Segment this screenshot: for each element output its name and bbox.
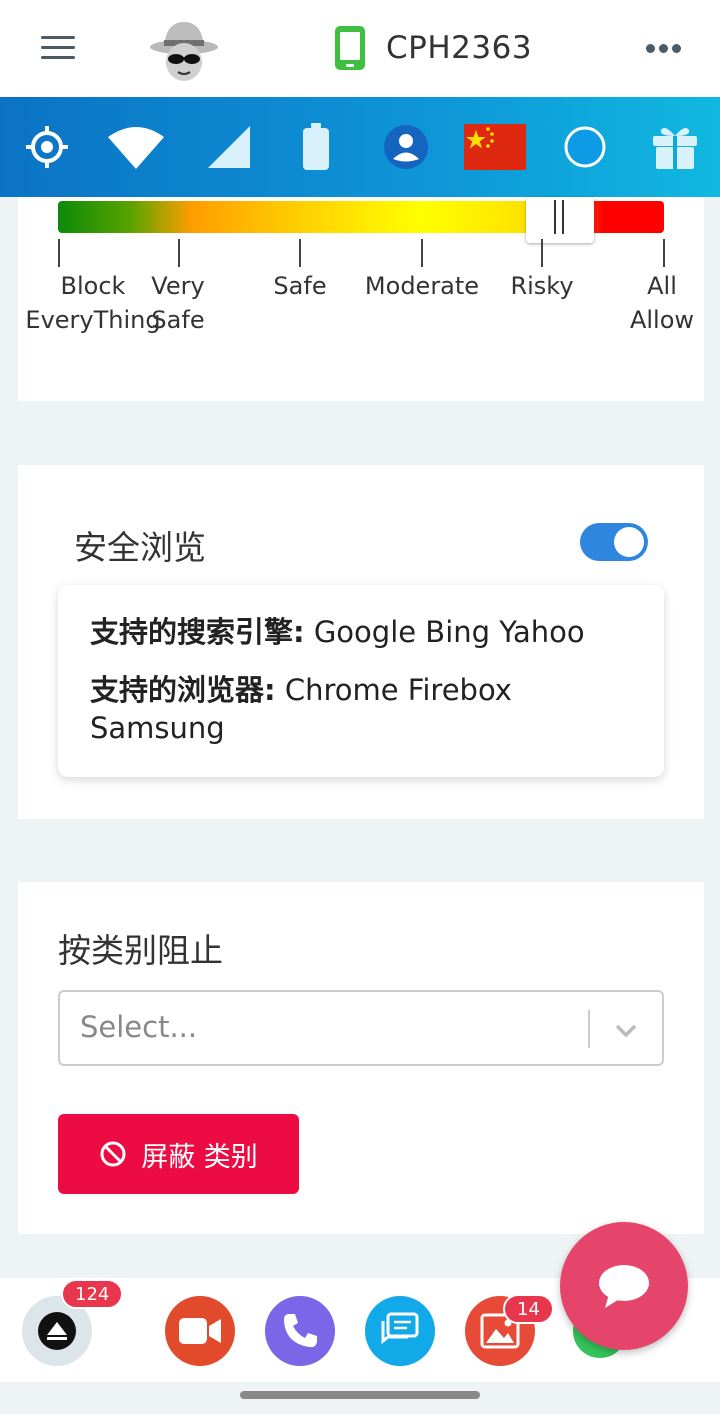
phone-app-icon[interactable]: [265, 1296, 335, 1366]
wifi-icon[interactable]: [108, 121, 164, 173]
slider-label-safe: Safe: [273, 272, 327, 300]
slider-label-risky: Risky: [510, 272, 574, 300]
slider-tick: [541, 239, 543, 267]
slider-tick: [299, 239, 301, 267]
phone-icon: [335, 26, 365, 70]
block-category-label: 屏蔽 类别: [141, 1141, 258, 1173]
slider-label-very-safe: Very Safe: [151, 272, 205, 334]
slider-tick: [178, 239, 180, 267]
supported-engines: 支持的搜索引擎: Google Bing Yahoo: [90, 615, 585, 649]
hamburger-menu-icon[interactable]: [41, 36, 75, 60]
slider-label-moderate: Moderate: [364, 272, 480, 300]
gift-icon[interactable]: [650, 121, 700, 173]
supported-browsers: 支持的浏览器: Chrome Firebox Samsung: [90, 673, 512, 745]
gallery-badge: 14: [503, 1294, 554, 1324]
safe-browsing-title: 安全浏览: [74, 528, 206, 567]
video-app-icon[interactable]: [165, 1296, 235, 1366]
china-flag-icon[interactable]: [464, 121, 526, 173]
circle-icon[interactable]: [560, 121, 610, 173]
category-select[interactable]: Select...: [58, 990, 664, 1066]
chevron-down-icon[interactable]: [612, 1016, 640, 1044]
battery-icon[interactable]: [291, 121, 341, 173]
block-icon: [100, 1141, 126, 1167]
category-block-title: 按类别阻止: [58, 931, 223, 970]
safe-browsing-toggle[interactable]: [580, 523, 648, 561]
top-header: CPH2363: [0, 0, 720, 97]
slider-tick: [663, 239, 665, 267]
notifications-badge: 124: [61, 1279, 124, 1309]
slider-tick: [58, 239, 60, 267]
location-icon[interactable]: [22, 121, 72, 173]
category-select-placeholder: Select...: [80, 1010, 198, 1044]
home-indicator: [240, 1391, 480, 1399]
device-name: CPH2363: [386, 30, 533, 66]
device-selector[interactable]: CPH2363: [334, 24, 532, 72]
chat-bubble-icon: [599, 1265, 649, 1308]
slider-label-all-allow: All Allow: [629, 272, 695, 334]
more-dots-icon[interactable]: [646, 44, 682, 54]
select-separator: [588, 1010, 590, 1048]
safe-browsing-info-box: 支持的搜索引擎: Google Bing Yahoo 支持的浏览器: Chrom…: [58, 585, 664, 777]
safe-browsing-card: 安全浏览 支持的搜索引擎: Google Bing Yahoo 支持的浏览器: …: [18, 465, 704, 819]
signal-icon[interactable]: [204, 121, 254, 173]
status-icon-bar: [0, 97, 720, 197]
spy-avatar-icon: [148, 14, 220, 84]
user-icon[interactable]: [381, 121, 431, 173]
block-category-button[interactable]: 屏蔽 类别: [58, 1114, 299, 1194]
safety-level-card: Block EveryThing Very Safe Safe Moderate R…: [18, 197, 704, 401]
slider-tick: [421, 239, 423, 267]
safety-slider-handle[interactable]: [526, 197, 594, 243]
messages-app-icon[interactable]: [365, 1296, 435, 1366]
chat-fab-button[interactable]: [560, 1222, 688, 1350]
category-block-card: 按类别阻止 Select... 屏蔽 类别: [18, 882, 704, 1234]
